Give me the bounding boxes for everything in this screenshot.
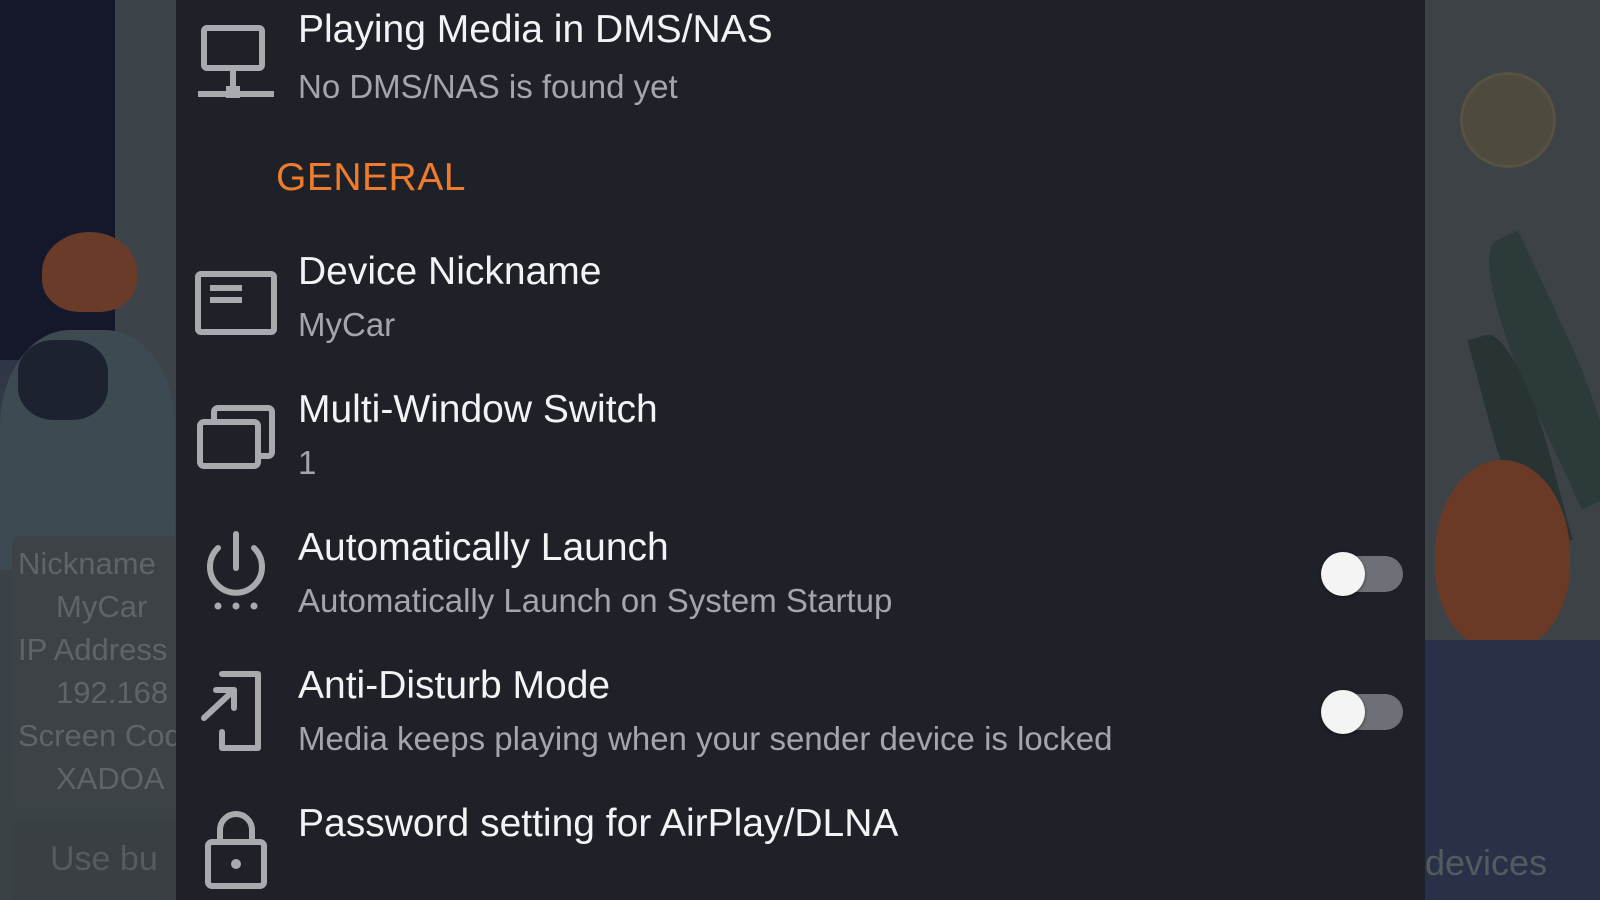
power-icon bbox=[194, 530, 278, 614]
automatically-launch-toggle[interactable] bbox=[1321, 552, 1405, 596]
settings-item-subtitle: 1 bbox=[298, 444, 317, 481]
illustration-person-right bbox=[1435, 460, 1570, 650]
ip-label: IP Address bbox=[18, 632, 168, 667]
screen-code-value: XADOA bbox=[56, 761, 165, 796]
settings-item-title: Multi-Window Switch bbox=[298, 388, 658, 431]
nickname-label: Nickname bbox=[18, 546, 156, 581]
anti-disturb-mode-toggle[interactable] bbox=[1321, 690, 1405, 734]
network-computer-icon bbox=[194, 18, 278, 102]
settings-item-device-nickname[interactable]: Device Nickname MyCar bbox=[176, 240, 1425, 376]
toggle-thumb bbox=[1321, 690, 1365, 734]
settings-item-password-setting[interactable]: Password setting for AirPlay/DLNA bbox=[176, 792, 1425, 900]
settings-item-title: Anti-Disturb Mode bbox=[298, 664, 611, 707]
settings-item-subtitle: No DMS/NAS is found yet bbox=[298, 68, 678, 105]
screen: Nickname MyCar IP Address 192.168 Screen… bbox=[0, 0, 1600, 900]
settings-item-subtitle: MyCar bbox=[298, 306, 396, 343]
settings-item-anti-disturb-mode[interactable]: Anti-Disturb Mode Media keeps playing wh… bbox=[176, 654, 1425, 790]
ip-value: 192.168 bbox=[56, 675, 169, 710]
background-app-right: devices bbox=[1425, 0, 1600, 900]
settings-item-title: Password setting for AirPlay/DLNA bbox=[298, 802, 899, 845]
clock-illustration bbox=[1460, 72, 1556, 168]
settings-item-dms-nas[interactable]: Playing Media in DMS/NAS No DMS/NAS is f… bbox=[176, 0, 1425, 136]
background-bottom-button: Use bu bbox=[12, 822, 180, 900]
lock-icon bbox=[194, 806, 278, 890]
devices-label: devices bbox=[1425, 842, 1548, 883]
id-card-icon bbox=[194, 260, 278, 344]
settings-item-automatically-launch[interactable]: Automatically Launch Automatically Launc… bbox=[176, 516, 1425, 652]
nickname-value: MyCar bbox=[56, 589, 148, 624]
settings-item-title: Playing Media in DMS/NAS bbox=[298, 8, 773, 51]
settings-item-multi-window-switch[interactable]: Multi-Window Switch 1 bbox=[176, 378, 1425, 514]
settings-item-title: Device Nickname bbox=[298, 250, 602, 293]
section-header-general: GENERAL bbox=[276, 156, 466, 199]
settings-item-subtitle: Media keeps playing when your sender dev… bbox=[298, 720, 1113, 757]
device-info-card: Nickname MyCar IP Address 192.168 Screen… bbox=[12, 536, 180, 812]
background-app-left: Nickname MyCar IP Address 192.168 Screen… bbox=[0, 0, 180, 900]
settings-sheet: Playing Media in DMS/NAS No DMS/NAS is f… bbox=[176, 0, 1425, 900]
settings-item-subtitle: Automatically Launch on System Startup bbox=[298, 582, 893, 619]
screen-code-label: Screen Code bbox=[18, 718, 180, 753]
exit-arrow-icon bbox=[194, 668, 278, 752]
settings-item-title: Automatically Launch bbox=[298, 526, 669, 569]
multi-window-icon bbox=[194, 394, 278, 478]
toggle-thumb bbox=[1321, 552, 1365, 596]
